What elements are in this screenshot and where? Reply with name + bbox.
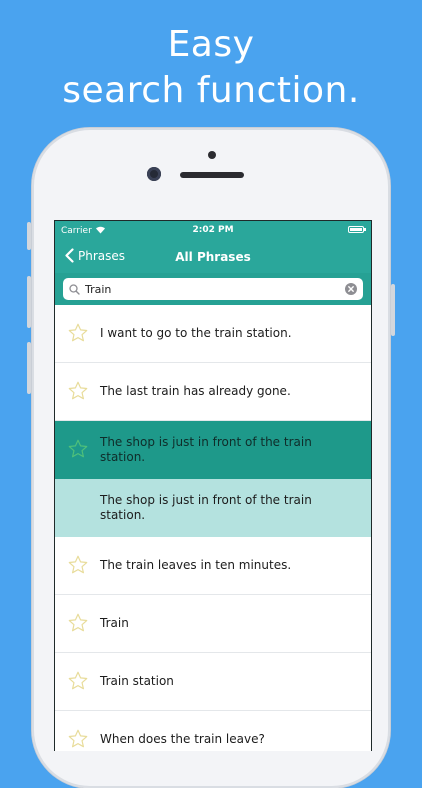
phrase-text: The shop is just in front of the train s… [100, 492, 312, 522]
phrase-row[interactable]: Train [55, 595, 371, 653]
phrase-row[interactable]: When does the train leave? [55, 711, 371, 751]
volume-up-button [27, 276, 31, 328]
headline-line-1: Easy [167, 24, 255, 65]
clear-search-icon[interactable] [345, 283, 357, 295]
favorite-star-icon[interactable] [67, 380, 89, 402]
phrase-text: The shop is just in front of the train s… [100, 434, 312, 464]
search-icon [69, 283, 80, 295]
search-field-container [63, 278, 363, 300]
favorite-star-icon[interactable] [67, 728, 89, 750]
phrase-row[interactable]: The shop is just in front of the train s… [55, 421, 371, 479]
favorite-star-icon[interactable] [67, 612, 89, 634]
app-header: Carrier 2:02 PM Phrases All Phrases [55, 221, 371, 305]
earpiece-speaker [180, 172, 244, 178]
phrase-row[interactable]: The last train has already gone. [55, 363, 371, 421]
favorite-star-icon[interactable] [67, 322, 89, 344]
favorite-star-icon[interactable] [67, 554, 89, 576]
battery-icon [348, 226, 366, 233]
phrase-text: When does the train leave? [100, 732, 265, 746]
page-title: All Phrases [175, 250, 251, 264]
front-camera [147, 167, 161, 181]
status-bar: Carrier 2:02 PM [55, 221, 371, 241]
status-time: 2:02 PM [192, 225, 234, 235]
headline-line-2: search function. [62, 70, 360, 111]
phrase-text: The last train has already gone. [100, 384, 291, 398]
phrase-detail-row[interactable]: The shop is just in front of the train s… [55, 479, 371, 537]
navigation-bar: Phrases All Phrases [55, 243, 371, 273]
power-button [391, 284, 395, 336]
phrase-text: Train station [100, 674, 174, 688]
volume-down-button [27, 342, 31, 394]
phrase-row[interactable]: I want to go to the train station. [55, 305, 371, 363]
favorite-star-icon[interactable] [67, 670, 89, 692]
phrase-text: I want to go to the train station. [100, 326, 292, 340]
phrase-row[interactable]: Train station [55, 653, 371, 711]
phrase-row[interactable]: The train leaves in ten minutes. [55, 537, 371, 595]
phrase-list: I want to go to the train station. The la… [55, 305, 371, 751]
phrase-text: Train [100, 616, 129, 630]
promo-headline: Easy search function. [0, 22, 422, 114]
mute-switch [27, 222, 31, 250]
proximity-sensor [208, 151, 216, 159]
search-input[interactable] [85, 282, 325, 296]
phrase-text: The train leaves in ten minutes. [100, 558, 292, 572]
search-bar [55, 273, 371, 305]
favorite-star-icon[interactable] [67, 438, 89, 460]
app-screen: Carrier 2:02 PM Phrases All Phrases Trai… [54, 220, 372, 751]
